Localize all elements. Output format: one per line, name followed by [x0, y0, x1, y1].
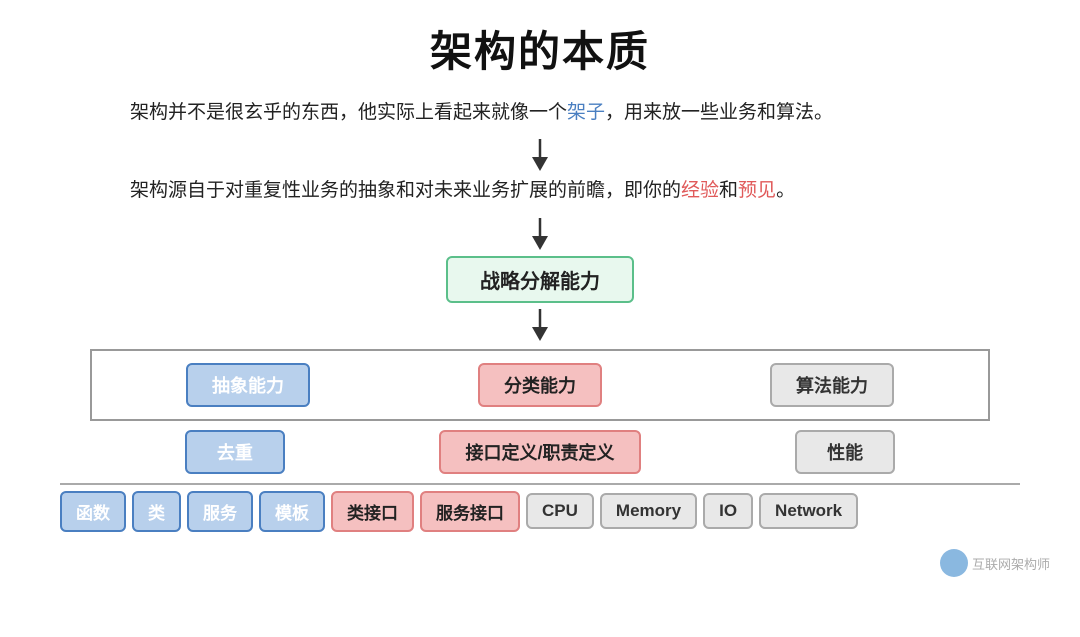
row1-container: 抽象能力 分类能力 算法能力: [90, 349, 990, 421]
bottom-item-5: 服务接口: [420, 491, 520, 532]
paragraph2: 架构源自于对重复性业务的抽象和对未来业务扩展的前瞻，即你的经验和预见。: [130, 175, 950, 207]
row2-right: 性能: [795, 430, 895, 474]
bottom-item-4: 类接口: [331, 491, 414, 532]
bottom-item-1: 类: [132, 491, 181, 532]
bottom-item-7: Memory: [600, 493, 697, 529]
bottom-item-2: 服务: [187, 491, 253, 532]
main-container: 架构的本质 架构并不是很玄乎的东西，他实际上看起来就像一个架子，用来放一些业务和…: [0, 0, 1080, 637]
paragraph1-highlight: 架子: [567, 102, 605, 123]
row1-center: 分类能力: [478, 363, 602, 407]
watermark-icon: [940, 549, 968, 577]
central-box: 战略分解能力: [446, 256, 634, 303]
bottom-item-8: IO: [703, 493, 753, 529]
paragraph2-highlight2: 预见: [738, 180, 776, 201]
row2-left: 去重: [185, 430, 285, 474]
paragraph2-text3: 。: [776, 180, 795, 201]
row2-container: 去重 接口定义/职责定义 性能: [90, 428, 990, 476]
watermark-text: 互联网架构师: [972, 554, 1050, 573]
bottom-item-3: 模板: [259, 491, 325, 532]
paragraph2-highlight1: 经验: [681, 180, 719, 201]
row2-center-wrap: 接口定义/职责定义: [439, 430, 640, 474]
arrow2: [528, 218, 552, 250]
page-title: 架构的本质: [430, 18, 650, 79]
bottom-item-9: Network: [759, 493, 858, 529]
bottom-item-6: CPU: [526, 493, 594, 529]
bottom-item-0: 函数: [60, 491, 126, 532]
watermark: 互联网架构师: [940, 549, 1050, 577]
row2-right-wrap: 性能: [780, 430, 910, 474]
paragraph1-text1: 架构并不是很玄乎的东西，他实际上看起来就像一个: [130, 102, 567, 123]
arrow1: [528, 139, 552, 171]
paragraph1: 架构并不是很玄乎的东西，他实际上看起来就像一个架子，用来放一些业务和算法。: [130, 97, 950, 129]
row1-left: 抽象能力: [186, 363, 310, 407]
bottom-row: 函数 类 服务 模板 类接口 服务接口 CPU Memory IO Networ…: [60, 483, 1020, 538]
row1-right: 算法能力: [770, 363, 894, 407]
paragraph2-text1: 架构源自于对重复性业务的抽象和对未来业务扩展的前瞻，即你的: [130, 180, 681, 201]
row2-center: 接口定义/职责定义: [439, 430, 640, 474]
row2-left-wrap: 去重: [170, 430, 300, 474]
arrow3: [528, 309, 552, 341]
paragraph1-text2: ，用来放一些业务和算法。: [605, 102, 833, 123]
paragraph2-text2: 和: [719, 180, 738, 201]
